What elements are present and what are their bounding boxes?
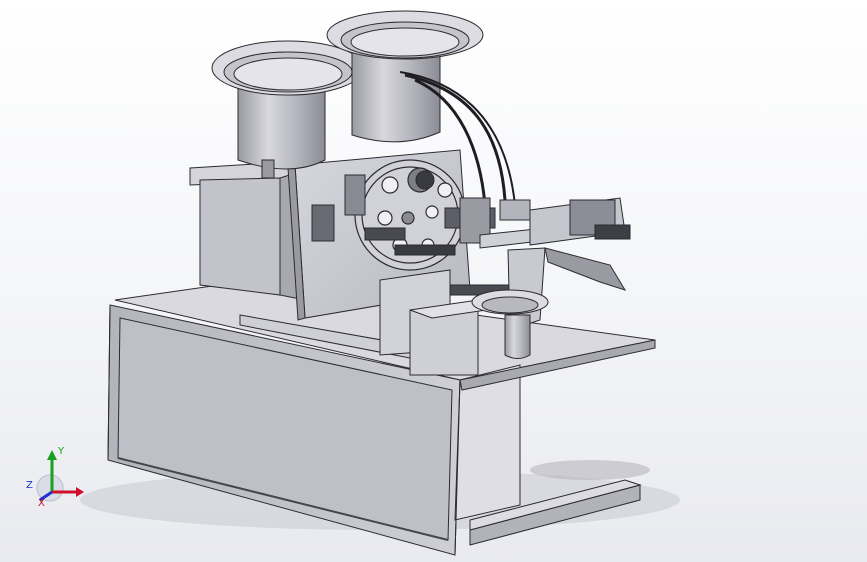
x-arrow-icon: [76, 487, 84, 497]
x-axis-label: X: [38, 498, 45, 509]
cad-viewport[interactable]: Y X Z: [0, 0, 867, 562]
y-axis-label: Y: [57, 446, 65, 457]
z-axis-label: Z: [26, 480, 33, 491]
machine-3d-model[interactable]: [0, 0, 867, 562]
vibratory-bowl-left: [211, 40, 365, 179]
coordinate-triad: Y X Z: [26, 446, 84, 509]
y-arrow-icon: [47, 450, 57, 460]
